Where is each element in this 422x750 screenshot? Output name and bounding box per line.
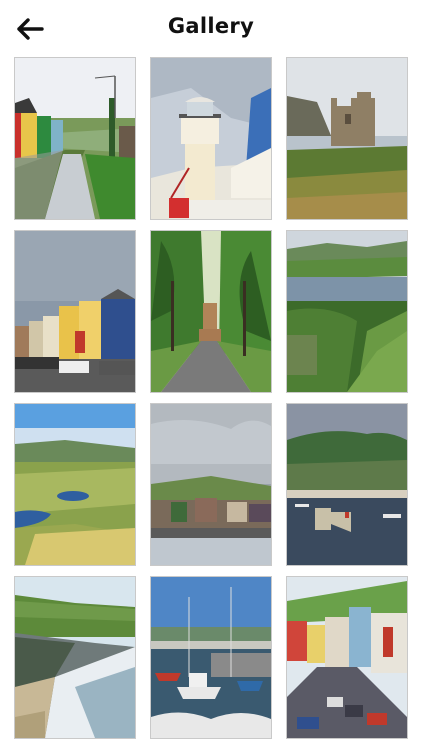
hillside-town-photo bbox=[287, 577, 407, 738]
castle-ruins-photo bbox=[287, 58, 407, 219]
beach-photo bbox=[15, 577, 135, 738]
photo-thumbnail-castle-ruins[interactable] bbox=[286, 57, 408, 220]
photo-thumbnail-beach[interactable] bbox=[14, 576, 136, 739]
photo-thumbnail-lighthouse[interactable] bbox=[150, 57, 272, 220]
colorful-houses-photo bbox=[15, 231, 135, 392]
photo-thumbnail-fishing-boats[interactable] bbox=[150, 576, 272, 739]
header-bar: Gallery bbox=[0, 0, 422, 56]
photo-thumbnail-bay-hills[interactable] bbox=[286, 230, 408, 393]
photo-thumbnail-tree-road[interactable] bbox=[150, 230, 272, 393]
photo-thumbnail-colorful-houses[interactable] bbox=[14, 230, 136, 393]
bay-hills-photo bbox=[287, 231, 407, 392]
page-title: Gallery bbox=[167, 14, 255, 38]
photo-thumbnail-harbour-town[interactable] bbox=[150, 403, 272, 566]
village-street-photo bbox=[15, 58, 135, 219]
photo-thumbnail-village-street[interactable] bbox=[14, 57, 136, 220]
marina-photo bbox=[287, 404, 407, 565]
harbour-town-photo bbox=[151, 404, 271, 565]
lighthouse-photo bbox=[151, 58, 271, 219]
photo-grid bbox=[14, 57, 408, 739]
gallery-screen: Gallery bbox=[0, 0, 422, 750]
photo-thumbnail-marina[interactable] bbox=[286, 403, 408, 566]
green-valley-photo bbox=[15, 404, 135, 565]
photo-thumbnail-hillside-town[interactable] bbox=[286, 576, 408, 739]
tree-road-photo bbox=[151, 231, 271, 392]
fishing-boats-photo bbox=[151, 577, 271, 738]
photo-thumbnail-green-valley[interactable] bbox=[14, 403, 136, 566]
